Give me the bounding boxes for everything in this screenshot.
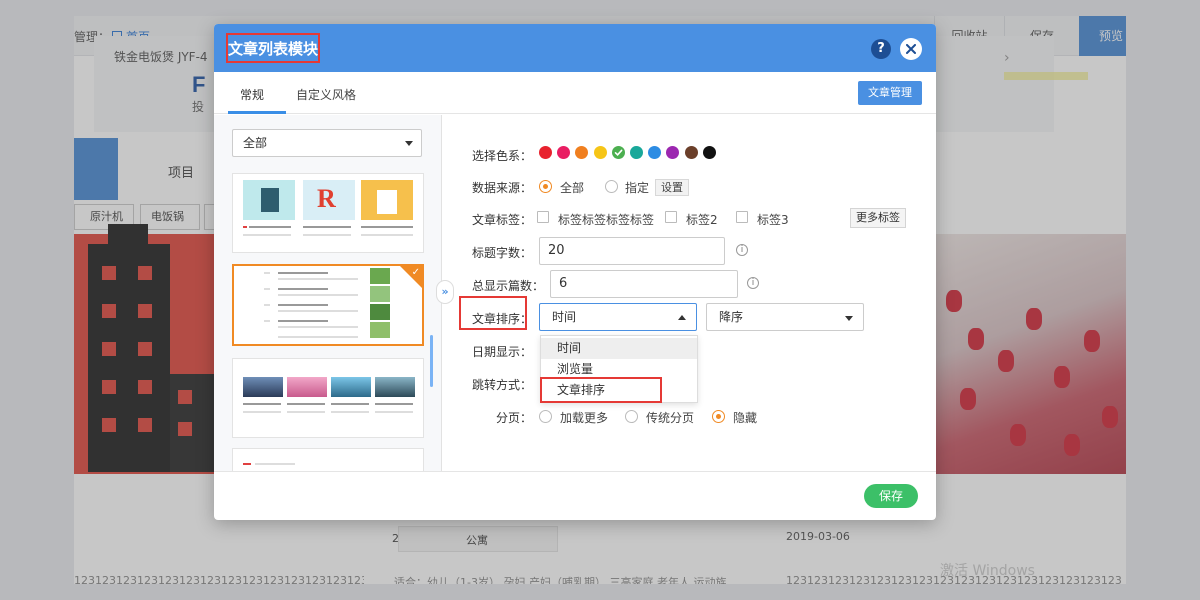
thumbnail-image: [370, 304, 390, 320]
template-card[interactable]: [232, 358, 424, 438]
paging-option-label: 传统分页: [646, 411, 695, 425]
thumbnail-image: [331, 377, 371, 397]
tag-checkbox[interactable]: [537, 211, 549, 223]
article-manage-button[interactable]: 文章管理: [858, 81, 922, 105]
source-specified-label: 指定: [625, 181, 650, 195]
sort-option[interactable]: 时间: [541, 338, 697, 359]
chevron-up-icon: [678, 315, 686, 320]
title-length-label: 标题字数：: [472, 246, 533, 260]
template-card-selected[interactable]: ✓: [232, 264, 424, 346]
thumbnail-image: [375, 377, 415, 397]
order-select[interactable]: 降序: [706, 303, 864, 331]
color-scheme-label: 选择色系：: [472, 149, 533, 163]
source-specified-radio[interactable]: [605, 180, 618, 193]
thumbnail-image: [287, 377, 327, 397]
color-swatch[interactable]: [648, 146, 662, 159]
thumbnail-image: [370, 268, 390, 284]
data-source-label: 数据来源：: [472, 181, 533, 195]
expand-panel-button[interactable]: »: [436, 280, 454, 304]
template-filter-select[interactable]: 全部: [232, 129, 422, 157]
thumbnail-image: R: [303, 180, 355, 220]
date-display-label: 日期显示：: [472, 345, 533, 359]
template-card[interactable]: [232, 448, 424, 471]
jump-mode-label: 跳转方式：: [472, 378, 533, 392]
more-tags-button[interactable]: 更多标签: [850, 208, 906, 228]
check-icon: [614, 149, 623, 156]
tag-label: 标签标签标签标签: [558, 213, 655, 227]
close-icon: [906, 44, 916, 54]
highlight-title-box: [226, 33, 320, 63]
paging-label: 分页：: [496, 411, 533, 425]
template-filter-value: 全部: [243, 136, 268, 150]
save-button[interactable]: 保存: [864, 484, 918, 508]
total-count-label: 总显示篇数：: [472, 279, 545, 293]
help-button[interactable]: ?: [871, 39, 891, 59]
thumbnail-image: [243, 377, 283, 397]
color-swatch[interactable]: [666, 146, 680, 159]
thumbnail-image: [243, 180, 295, 220]
info-icon[interactable]: i: [747, 277, 759, 289]
order-select-value: 降序: [719, 310, 744, 324]
color-swatch[interactable]: [630, 146, 643, 159]
template-card[interactable]: R: [232, 173, 424, 253]
tag-checkbox[interactable]: [736, 211, 748, 223]
paging-radio[interactable]: [712, 410, 725, 423]
source-all-label: 全部: [560, 181, 585, 195]
paging-option-label: 隐藏: [733, 411, 758, 425]
footer-divider: [214, 471, 936, 472]
title-length-input[interactable]: 20: [539, 237, 725, 265]
thumbnail-image: [370, 322, 390, 338]
close-button[interactable]: [900, 38, 922, 60]
color-swatch[interactable]: [611, 146, 625, 159]
tag-checkbox[interactable]: [665, 211, 677, 223]
article-tags-label: 文章标签：: [472, 213, 533, 227]
tab-general[interactable]: 常规: [240, 86, 264, 103]
tab-custom-style[interactable]: 自定义风格: [296, 86, 356, 103]
color-swatch[interactable]: [593, 146, 607, 159]
article-list-module-dialog: 文章列表模块 ? 常规 自定义风格 文章管理 全部 R ✓ » 选择色系： 数据…: [214, 24, 936, 520]
dialog-tabs: 常规 自定义风格: [214, 72, 936, 114]
info-icon[interactable]: i: [736, 244, 748, 256]
template-scrollbar[interactable]: [430, 335, 433, 387]
thumbnail-image: [361, 180, 413, 220]
paging-radio[interactable]: [625, 410, 638, 423]
source-settings-button[interactable]: 设置: [655, 179, 689, 196]
color-swatch[interactable]: [684, 146, 698, 159]
total-count-input[interactable]: 6: [550, 270, 738, 298]
highlight-sort-option: [540, 377, 662, 403]
tab-active-indicator: [228, 111, 286, 114]
sort-select[interactable]: 时间: [539, 303, 697, 331]
color-swatch[interactable]: [539, 146, 552, 159]
chevron-down-icon: [845, 316, 853, 321]
color-swatch[interactable]: [557, 146, 571, 159]
check-icon: ✓: [411, 267, 420, 278]
template-panel: 全部 R ✓: [214, 115, 442, 471]
chevron-down-icon: [405, 141, 413, 146]
paging-radio[interactable]: [539, 410, 552, 423]
paging-option-label: 加载更多: [560, 411, 609, 425]
dialog-header: 文章列表模块 ?: [214, 24, 936, 72]
highlight-sort-label: [459, 296, 527, 330]
tag-label: 标签3: [757, 213, 789, 227]
thumbnail-image: [370, 286, 390, 302]
tag-label: 标签2: [686, 213, 718, 227]
sort-select-value: 时间: [552, 310, 577, 324]
source-all-radio[interactable]: [539, 180, 552, 193]
color-swatch[interactable]: [575, 146, 589, 159]
color-swatch[interactable]: [702, 146, 716, 159]
